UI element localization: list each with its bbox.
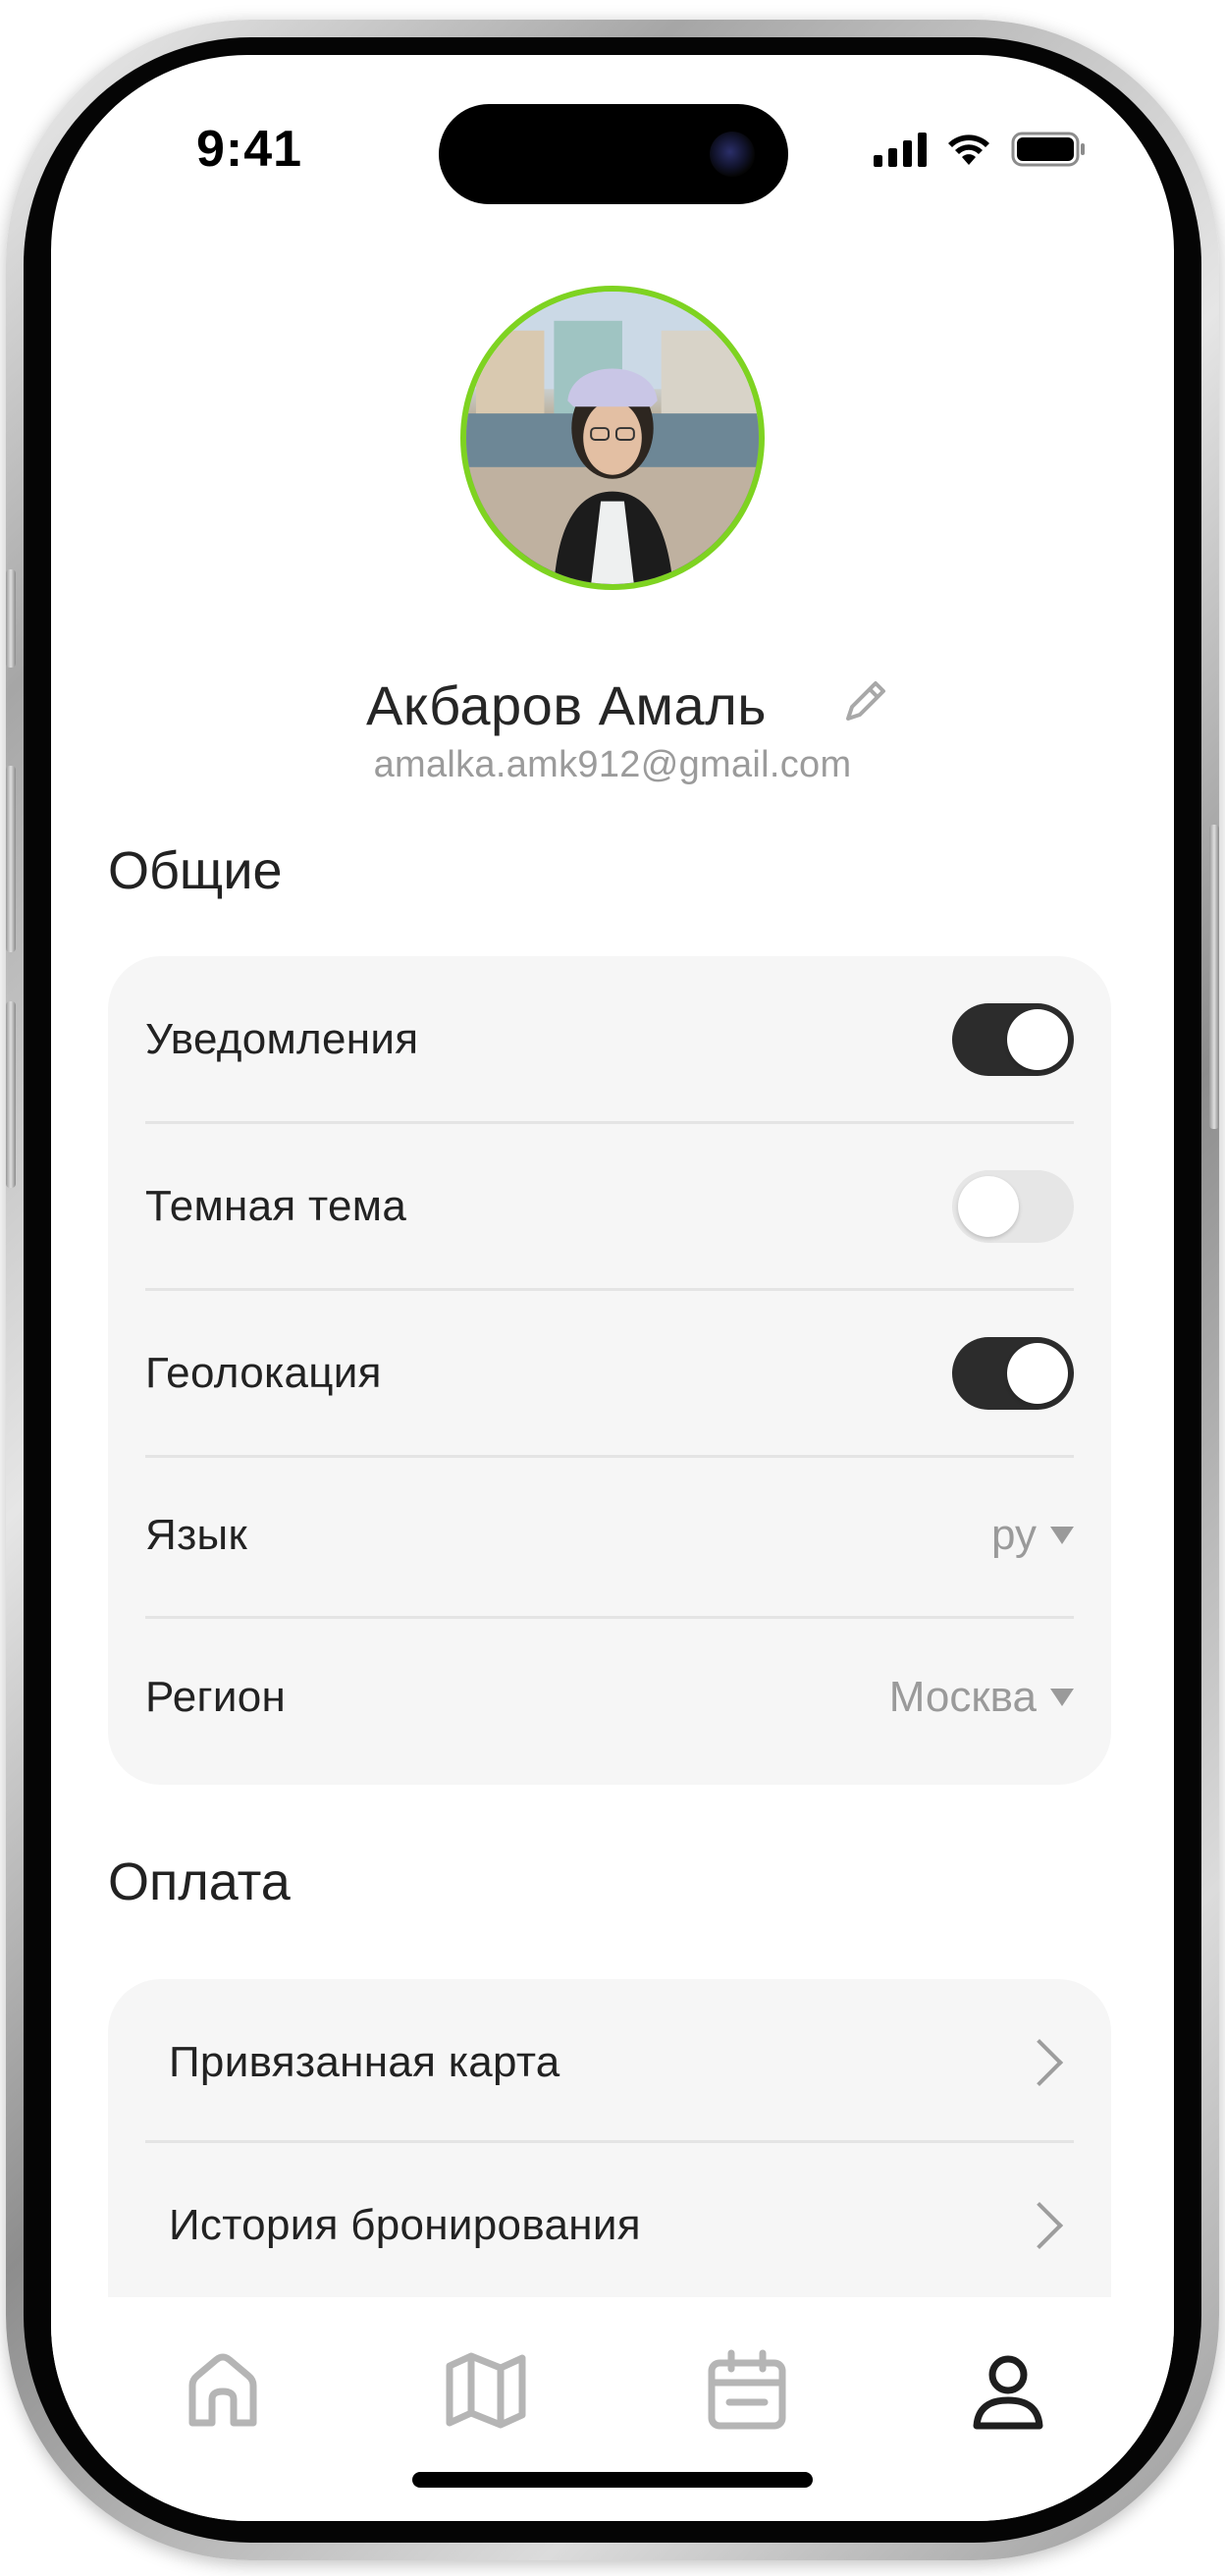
edit-pencil-icon[interactable] (836, 671, 895, 730)
cellular-signal-icon (874, 132, 927, 167)
chevron-down-icon (1050, 1527, 1074, 1544)
home-icon (188, 2353, 257, 2427)
profile-email: amalka.amk912@gmail.com (373, 744, 852, 785)
screen: 9:41 Акбаров Амаль amalka.amk912@gmail.c… (51, 55, 1174, 2521)
setting-row-geolocation[interactable]: Геолокация (145, 1290, 1074, 1457)
setting-row-notifications[interactable]: Уведомления (145, 956, 1074, 1123)
notifications-toggle[interactable] (952, 1003, 1074, 1076)
geolocation-toggle[interactable] (952, 1337, 1074, 1410)
payment-row-booking-history[interactable]: История бронирования (145, 2142, 1074, 2309)
dark-theme-toggle[interactable] (952, 1170, 1074, 1243)
action-button (6, 569, 16, 668)
power-button (1209, 825, 1219, 1129)
chevron-right-icon (1015, 2201, 1064, 2250)
volume-up-button (6, 766, 16, 952)
setting-row-region[interactable]: Регион Москва (145, 1614, 1074, 1781)
setting-label: Темная тема (145, 1182, 407, 1230)
setting-label: Регион (145, 1673, 287, 1721)
map-icon (446, 2352, 526, 2429)
setting-row-dark-theme[interactable]: Темная тема (145, 1123, 1074, 1290)
payment-label: Привязанная карта (169, 2038, 560, 2086)
language-select[interactable]: ру (991, 1511, 1074, 1560)
language-value: ру (991, 1511, 1037, 1559)
general-settings-card: Уведомления Темная тема Геолокация Язык … (108, 956, 1111, 1785)
section-title-payment: Оплата (108, 1852, 291, 1911)
camera-icon (710, 132, 755, 177)
setting-row-language[interactable]: Язык ру (145, 1452, 1074, 1619)
profile-icon (973, 2355, 1043, 2430)
section-title-general: Общие (108, 841, 283, 900)
battery-icon (1011, 132, 1086, 167)
region-select[interactable]: Москва (889, 1673, 1074, 1722)
setting-label: Геолокация (145, 1349, 382, 1397)
nav-home[interactable] (169, 2336, 277, 2444)
payment-label: История бронирования (169, 2201, 641, 2249)
home-indicator[interactable] (412, 2472, 813, 2488)
volume-down-button (6, 1001, 16, 1188)
setting-label: Уведомления (145, 1015, 419, 1063)
payment-row-linked-card[interactable]: Привязанная карта (145, 1979, 1074, 2146)
status-icons (874, 132, 1086, 167)
setting-label: Язык (145, 1511, 248, 1559)
wifi-icon (944, 132, 993, 167)
region-value: Москва (888, 1673, 1037, 1721)
profile-name: Акбаров Амаль (366, 674, 767, 736)
chevron-down-icon (1050, 1689, 1074, 1706)
chevron-right-icon (1015, 2038, 1064, 2087)
status-time: 9:41 (196, 121, 303, 178)
nav-map[interactable] (432, 2336, 540, 2444)
dynamic-island (439, 104, 788, 204)
avatar[interactable] (460, 286, 765, 590)
nav-calendar[interactable] (693, 2336, 801, 2444)
nav-profile[interactable] (954, 2336, 1062, 2444)
calendar-icon (708, 2349, 786, 2430)
